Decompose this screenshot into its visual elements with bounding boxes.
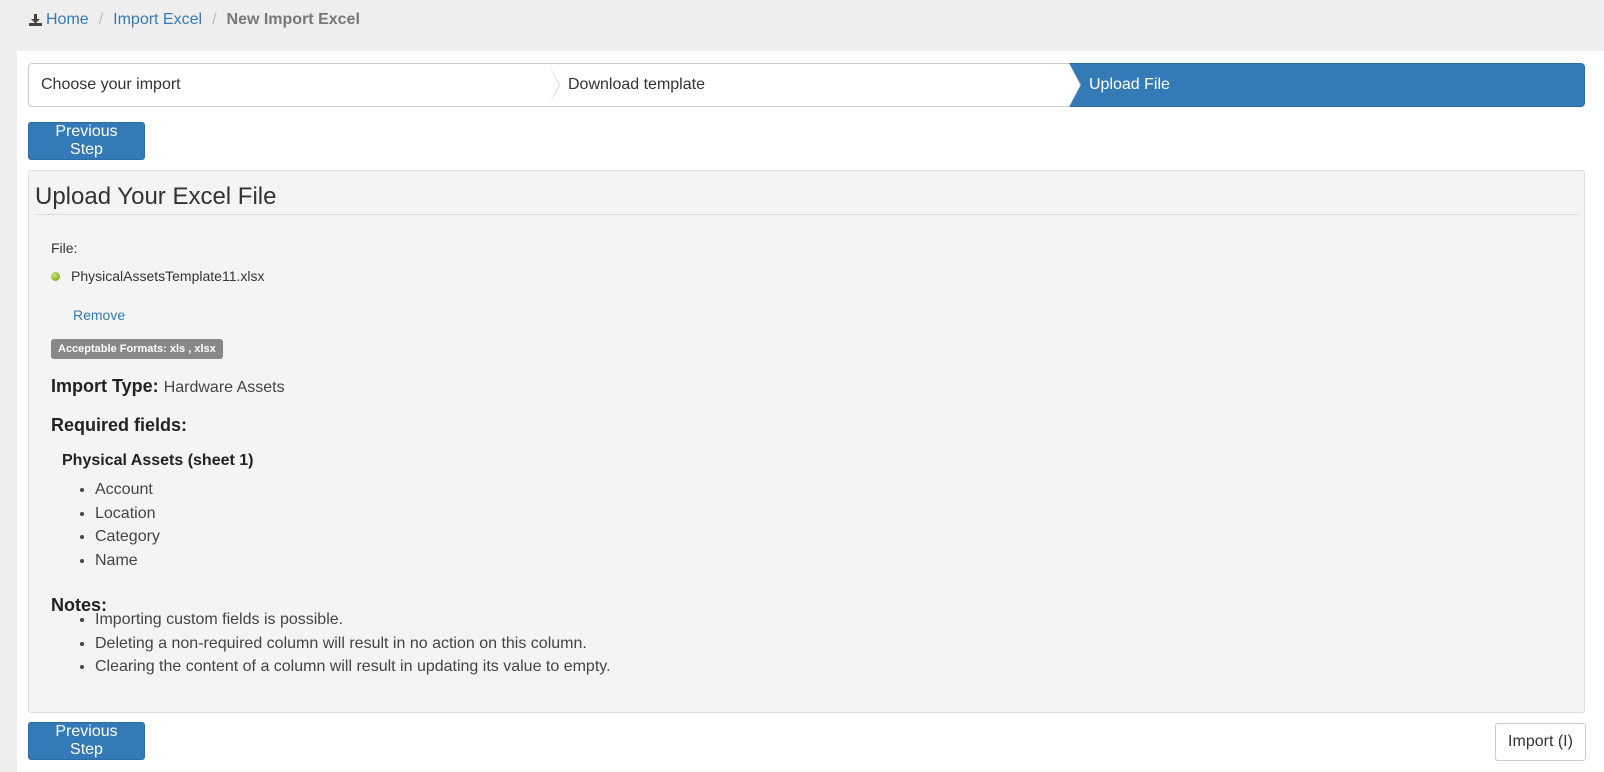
required-fields-list: Account Location Category Name [95, 478, 160, 572]
list-item: Importing custom fields is possible. [95, 608, 611, 632]
wizard-arrow [1069, 63, 1080, 107]
wizard-step-choose-import[interactable]: Choose your import [28, 63, 560, 107]
file-name: PhysicalAssetsTemplate11.xlsx [71, 268, 265, 284]
uploaded-file: PhysicalAssetsTemplate11.xlsx [51, 268, 264, 284]
breadcrumb-home-link[interactable]: Home [46, 11, 89, 29]
list-item: Deleting a non-required column will resu… [95, 632, 611, 656]
notes-list: Importing custom fields is possible. Del… [95, 608, 611, 679]
list-item: Location [95, 502, 160, 526]
import-type: Import Type: Hardware Assets [51, 376, 285, 397]
import-type-value: Hardware Assets [163, 379, 285, 396]
file-label: File: [51, 240, 78, 256]
import-type-label: Import Type: [51, 376, 159, 396]
required-fields-heading: Required fields: [51, 415, 188, 435]
breadcrumb-import-excel-link[interactable]: Import Excel [113, 11, 202, 29]
wizard-step-download-template[interactable]: Download template [548, 63, 1081, 107]
wizard-steps: Choose your import Download template Upl… [28, 63, 1585, 107]
download-icon [29, 14, 42, 26]
list-item: Account [95, 478, 160, 502]
previous-step-button-bottom[interactable]: Previous Step [28, 722, 145, 760]
panel-divider [35, 214, 1578, 215]
breadcrumb-separator: / [98, 11, 104, 28]
wizard-step-label: Choose your import [41, 76, 181, 93]
wizard-step-label: Upload File [1089, 76, 1170, 93]
previous-step-button[interactable]: Previous Step [28, 122, 145, 160]
formats-badge: Acceptable Formats: xls , xlsx [51, 339, 223, 359]
wizard-step-upload-file[interactable]: Upload File [1069, 63, 1585, 107]
list-item: Category [95, 525, 160, 549]
upload-panel: Upload Your Excel File File: PhysicalAss… [28, 170, 1585, 713]
remove-file-link[interactable]: Remove [73, 307, 125, 323]
wizard-arrow [548, 63, 559, 107]
list-item: Clearing the content of a column will re… [95, 655, 611, 679]
sheet-heading: Physical Assets (sheet 1) [62, 452, 254, 469]
wizard-step-label: Download template [568, 76, 705, 93]
status-dot-icon [51, 271, 60, 281]
breadcrumb-separator: / [212, 11, 217, 28]
breadcrumb-current: New Import Excel [226, 11, 360, 28]
list-item: Name [95, 549, 160, 573]
breadcrumb: Home / Import Excel / New Import Excel [28, 10, 360, 30]
import-button[interactable]: Import (I) [1495, 723, 1586, 761]
panel-title: Upload Your Excel File [35, 183, 277, 210]
